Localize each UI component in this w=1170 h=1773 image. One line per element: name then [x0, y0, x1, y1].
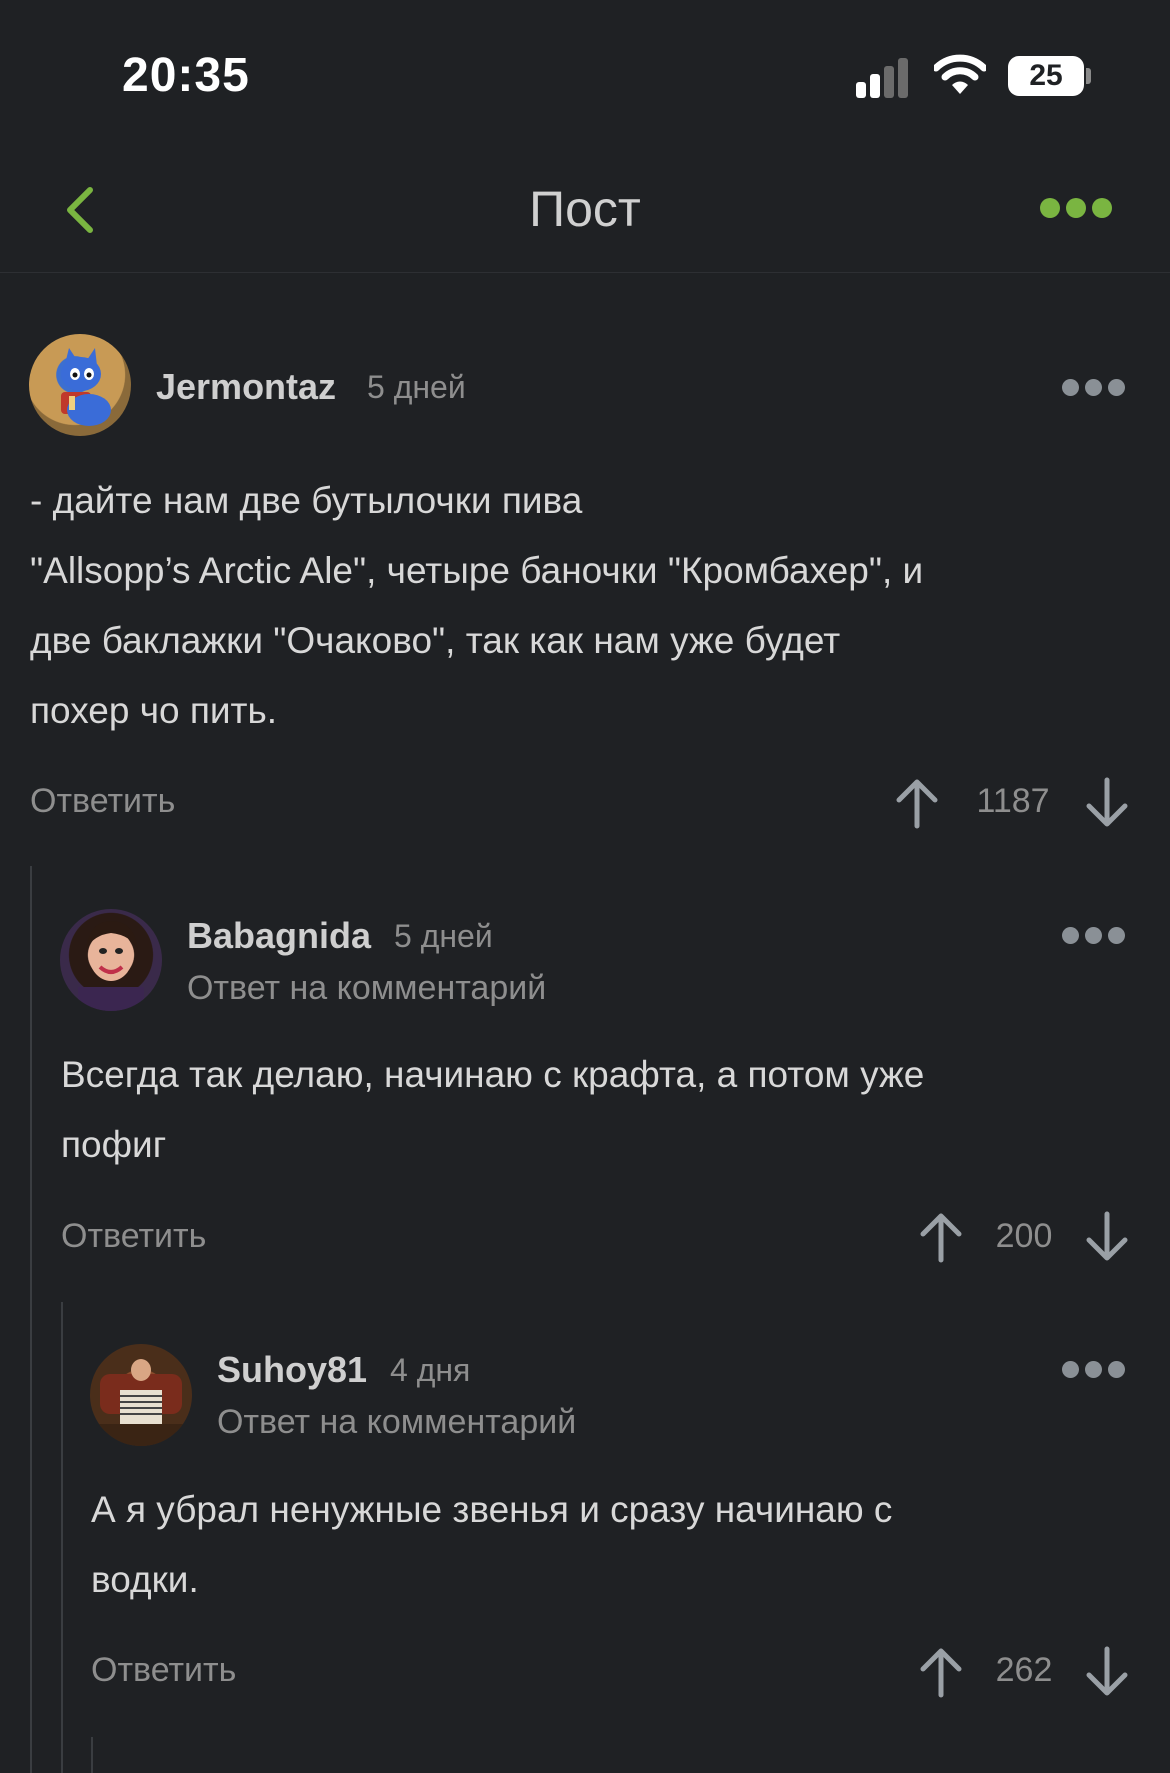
comment-text: - дайте нам две бутылочки пива "Allsopp’…	[30, 480, 924, 731]
upvote-arrow-icon[interactable]	[916, 1645, 966, 1699]
battery-tip	[1086, 68, 1091, 84]
comment-text: А я убрал ненужные звенья и сразу начина…	[91, 1489, 893, 1600]
page-title: Пост	[529, 181, 641, 237]
avatar[interactable]	[29, 334, 131, 436]
comment-time: 5 дней	[367, 369, 466, 405]
vote-score: 200	[995, 1217, 1053, 1255]
woman-avatar-icon	[78, 921, 144, 1011]
comment-username[interactable]: Suhoy81	[217, 1349, 367, 1391]
comment-username[interactable]: Jermontaz	[156, 366, 336, 408]
nav-bar: Пост	[0, 150, 1170, 273]
comment-more-icon[interactable]	[1062, 1361, 1132, 1381]
vote-score: 1187	[976, 782, 1050, 820]
signal-icon	[856, 58, 916, 98]
reply-to-label[interactable]: Ответ на комментарий	[187, 969, 546, 1008]
comment-time: 4 дня	[390, 1352, 471, 1388]
thread-line	[91, 1737, 93, 1773]
vote-score: 262	[995, 1651, 1053, 1689]
upvote-arrow-icon[interactable]	[892, 776, 942, 830]
comment-more-icon[interactable]	[1062, 927, 1132, 947]
thread-line	[61, 1302, 63, 1773]
status-bar: 20:35 25	[0, 0, 1170, 150]
battery-icon: 25	[1008, 56, 1084, 96]
accordion-player-avatar-icon	[90, 1359, 192, 1446]
upvote-arrow-icon[interactable]	[916, 1210, 966, 1264]
cat-avatar-icon	[61, 348, 111, 426]
reply-to-label[interactable]: Ответ на комментарий	[217, 1403, 576, 1442]
avatar[interactable]	[90, 1344, 192, 1446]
status-time: 20:35	[122, 49, 250, 102]
downvote-arrow-icon[interactable]	[1082, 1645, 1132, 1699]
avatar[interactable]	[60, 909, 162, 1011]
comment-time: 5 дней	[394, 918, 493, 954]
comment-text: Всегда так делаю, начинаю с крафта, а по…	[61, 1054, 925, 1165]
wifi-icon	[934, 54, 986, 94]
reply-button[interactable]: Ответить	[30, 782, 175, 821]
thread-line	[30, 866, 32, 1773]
downvote-arrow-icon[interactable]	[1082, 776, 1132, 830]
reply-button[interactable]: Ответить	[61, 1217, 206, 1256]
comment-username[interactable]: Babagnida	[187, 915, 371, 957]
downvote-arrow-icon[interactable]	[1082, 1210, 1132, 1264]
more-options-icon[interactable]	[1040, 198, 1120, 222]
comment-more-icon[interactable]	[1062, 379, 1132, 399]
reply-button[interactable]: Ответить	[91, 1651, 236, 1690]
